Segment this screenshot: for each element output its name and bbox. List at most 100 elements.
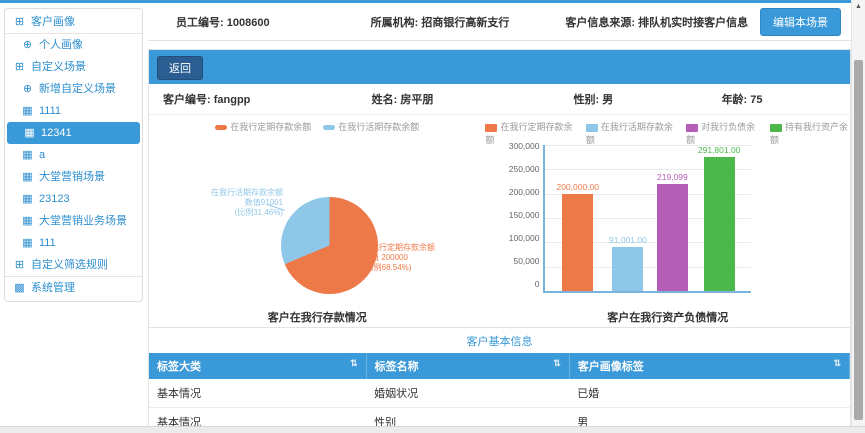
- legend-swatch-icon: [485, 124, 497, 132]
- cell-tag-name: 婚姻状况: [366, 379, 569, 408]
- table-icon: ▦: [21, 214, 34, 228]
- bars: 200,000.00 91,001.00 219,099 291,801.00: [545, 145, 751, 291]
- organization-field: 所属机构: 招商银行高新支行: [371, 14, 566, 30]
- cell-tag-category: 基本情况: [149, 379, 366, 408]
- basic-info-section: 客户基本信息 标签大类⇅ 标签名称⇅ 客户画像标签⇅ 基本情况 婚姻状况: [149, 327, 850, 433]
- sidebar-item-111[interactable]: ▦ 111: [5, 232, 142, 254]
- table-icon: ▦: [21, 104, 34, 118]
- column-header-portrait-tag[interactable]: 客户画像标签⇅: [569, 353, 849, 379]
- pie-label-time-deposit: 在我行定期存款余额 数值 200000 (比例68.54%): [363, 243, 463, 273]
- pie-chart-title: 客户在我行存款情况: [149, 309, 485, 325]
- th-large-icon: ⊞: [13, 15, 26, 29]
- scene-panel: 返回 客户编号: fangpp 姓名: 房平朋 性别: 男 年龄: 75 在我行…: [148, 49, 851, 433]
- sidebar-item-12341[interactable]: ▦ 12341: [7, 122, 140, 144]
- asset-liability-bar-chart: 在我行定期存款余额 在我行活期存款余额 对我行负债余额 持有我行资产余额 300…: [485, 115, 850, 327]
- basic-info-table: 标签大类⇅ 标签名称⇅ 客户画像标签⇅ 基本情况 婚姻状况 已婚 基本情况: [149, 353, 850, 433]
- employee-info-bar: 员工编号: 1008600 所属机构: 招商银行高新支行 客户信息来源: 排队机…: [148, 3, 851, 41]
- table-icon: ▦: [21, 236, 34, 250]
- scene-toolbar: 返回: [149, 50, 850, 84]
- legend-swatch-icon: [686, 124, 698, 132]
- bar-plot-area: 200,000.00 91,001.00 219,099 291,801.00: [543, 145, 751, 293]
- bar-fill: [562, 194, 593, 291]
- sidebar-item-lobby-marketing-scene[interactable]: ▦大堂营销场景: [5, 166, 142, 188]
- sidebar-item-customer-portrait[interactable]: ⊞客户画像: [5, 11, 142, 34]
- legend-swatch-icon: [770, 124, 782, 132]
- legend-item[interactable]: 在我行活期存款余额: [586, 120, 674, 146]
- sidebar-item-add-custom-scene[interactable]: ⊕ 新增自定义场景: [5, 78, 142, 100]
- customer-id-field: 客户编号: fangpp: [163, 91, 372, 107]
- pie-legend: 在我行定期存款余额 在我行活期存款余额: [149, 120, 485, 133]
- sidebar-item-label: 23123: [39, 192, 70, 206]
- sort-icon[interactable]: ⇅: [553, 358, 561, 369]
- sidebar-item-custom-scene[interactable]: ⊞ 自定义场景: [5, 56, 142, 78]
- sidebar-item-label: 新增自定义场景: [39, 82, 116, 96]
- scrollbar-thumb[interactable]: [854, 60, 863, 420]
- th-large-icon: ⊞: [13, 258, 26, 272]
- sidebar-item-custom-filter-rules[interactable]: ⊞ 自定义筛选规则: [5, 254, 142, 276]
- sidebar: ⊞客户画像 ⊕个人画像 ⊞自定义场景 ⊕新增自定义场景 ▦1111 ▦12341…: [4, 8, 143, 302]
- sidebar-item-label: 111: [39, 236, 56, 250]
- legend-swatch-icon: [323, 125, 335, 130]
- customer-age-field: 年龄: 75: [722, 91, 836, 107]
- legend-item[interactable]: 在我行活期存款余额: [323, 120, 419, 133]
- sidebar-item-label: a: [39, 148, 45, 162]
- sidebar-item-1111[interactable]: ▦ 1111: [5, 100, 142, 122]
- legend-swatch-icon: [215, 125, 227, 130]
- globe-icon: ⊕: [21, 82, 34, 96]
- cell-portrait-tag: 已婚: [569, 379, 849, 408]
- bar-time-deposit[interactable]: 200,000.00: [556, 145, 599, 291]
- bar-value-label: 291,801.00: [698, 145, 741, 155]
- edit-scene-button[interactable]: 编辑本场景: [760, 8, 841, 36]
- charts-row: 在我行定期存款余额 在我行活期存款余额 在我行活期存款余额 数值91001 (比…: [149, 115, 850, 327]
- table-icon: ▦: [21, 192, 34, 206]
- table-section-title: 客户基本信息: [149, 327, 850, 353]
- table-icon: ▦: [23, 126, 36, 140]
- sidebar-item-label: 自定义场景: [31, 60, 86, 74]
- th-large-icon: ⊞: [13, 60, 26, 74]
- legend-item[interactable]: 对我行负债余额: [686, 120, 758, 146]
- column-header-tag-category[interactable]: 标签大类⇅: [149, 353, 366, 379]
- sidebar-item-personal-portrait[interactable]: ⊕个人画像: [5, 34, 142, 56]
- bar-assets-held[interactable]: 291,801.00: [698, 145, 741, 291]
- legend-item[interactable]: 持有我行资产余额: [770, 120, 850, 146]
- vertical-scrollbar[interactable]: ▲: [851, 0, 865, 433]
- sort-icon[interactable]: ⇅: [350, 358, 358, 369]
- customer-gender-field: 性别: 男: [574, 91, 722, 107]
- customer-info-source-field: 客户信息来源: 排队机实时接客户信息: [565, 14, 760, 30]
- sidebar-item-23123[interactable]: ▦ 23123: [5, 188, 142, 210]
- sort-icon[interactable]: ⇅: [833, 358, 841, 369]
- horizontal-scrollbar[interactable]: [0, 426, 865, 433]
- sidebar-item-label: 1111: [39, 104, 61, 118]
- bar-fill: [704, 157, 735, 291]
- sidebar-item-label: 大堂营销业务场景: [39, 214, 127, 228]
- th-icon: ▩: [13, 281, 26, 295]
- sidebar-item-label: 自定义筛选规则: [31, 258, 108, 272]
- main-content: 员工编号: 1008600 所属机构: 招商银行高新支行 客户信息来源: 排队机…: [148, 3, 851, 433]
- sidebar-item-lobby-marketing-business-scene[interactable]: ▦ 大堂营销业务场景: [5, 210, 142, 232]
- bar-chart-title: 客户在我行资产负债情况: [485, 309, 850, 325]
- back-button[interactable]: 返回: [157, 56, 203, 80]
- bar-value-label: 200,000.00: [556, 182, 599, 192]
- table-row[interactable]: 基本情况 婚姻状况 已婚: [149, 379, 850, 408]
- customer-summary-row: 客户编号: fangpp 姓名: 房平朋 性别: 男 年龄: 75: [149, 84, 850, 115]
- table-header-row: 标签大类⇅ 标签名称⇅ 客户画像标签⇅: [149, 353, 850, 379]
- customer-name-field: 姓名: 房平朋: [372, 91, 574, 107]
- sidebar-item-label: 个人画像: [39, 38, 83, 52]
- page: ⊞客户画像 ⊕个人画像 ⊞自定义场景 ⊕新增自定义场景 ▦1111 ▦12341…: [0, 0, 865, 433]
- sidebar-item-label: 大堂营销场景: [39, 170, 105, 184]
- column-header-tag-name[interactable]: 标签名称⇅: [366, 353, 569, 379]
- sidebar-item-a[interactable]: ▦a: [5, 144, 142, 166]
- bar-fill: [612, 247, 643, 291]
- sidebar-item-system-management[interactable]: ▩ 系统管理: [5, 276, 142, 299]
- bar-liability[interactable]: 219,099: [657, 145, 688, 291]
- pie-label-demand-deposit: 在我行活期存款余额 数值91001 (比例31.46%): [183, 188, 283, 218]
- legend-item[interactable]: 在我行定期存款余额: [215, 120, 311, 133]
- scroll-up-icon[interactable]: ▲: [852, 0, 865, 10]
- bar-demand-deposit[interactable]: 91,001.00: [609, 145, 647, 291]
- employee-id-field: 员工编号: 1008600: [176, 14, 371, 30]
- sidebar-item-label: 12341: [41, 126, 72, 140]
- sidebar-item-label: 系统管理: [31, 281, 75, 295]
- table-icon: ▦: [21, 148, 34, 162]
- deposit-pie-chart: 在我行定期存款余额 在我行活期存款余额 在我行活期存款余额 数值91001 (比…: [149, 115, 485, 327]
- legend-swatch-icon: [586, 124, 598, 132]
